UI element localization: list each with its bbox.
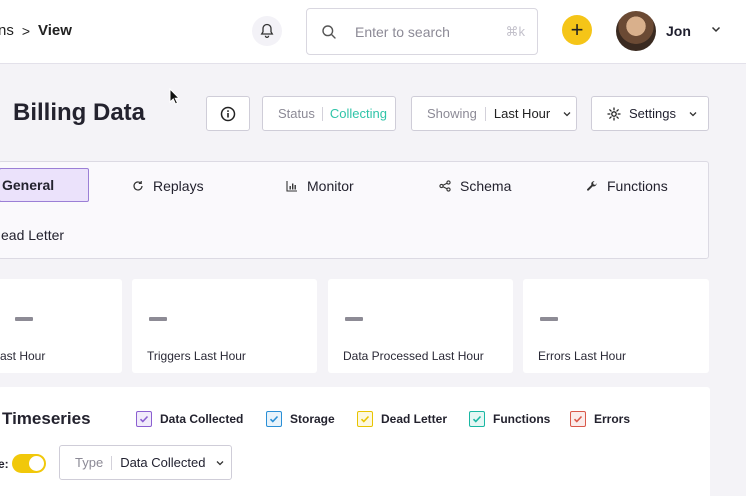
status-label: Status (278, 106, 315, 121)
avatar[interactable] (616, 11, 656, 51)
info-button[interactable] (206, 96, 250, 131)
settings-button[interactable]: Settings (591, 96, 709, 131)
wrench-icon (587, 181, 597, 191)
toggle-knob (29, 456, 44, 471)
timeseries-panel: Timeseries Data Collected Storage Dead L… (0, 387, 710, 496)
checkbox[interactable] (136, 411, 152, 427)
stat-label: Errors Last Hour (538, 349, 627, 363)
tab-dead-letter[interactable]: ead Letter (1, 218, 64, 252)
chevron-down-icon (563, 111, 571, 116)
chevron-down-icon (217, 460, 224, 465)
legend-item-data-collected[interactable]: Data Collected (136, 411, 243, 427)
tab-label: Schema (460, 178, 512, 194)
tab-monitor[interactable]: Monitor (286, 169, 354, 203)
search-placeholder: Enter to search (355, 23, 450, 40)
bar-chart-icon (286, 181, 297, 192)
stat-value (149, 317, 167, 321)
type-select[interactable]: Type Data Collected (59, 445, 232, 480)
live-toggle[interactable] (12, 454, 46, 473)
checkbox[interactable] (357, 411, 373, 427)
chevron-down-icon[interactable] (710, 22, 722, 40)
tab-general[interactable]: General (0, 168, 89, 202)
breadcrumb-separator: > (21, 22, 31, 39)
tab-label: General (2, 177, 55, 193)
gear-icon (607, 106, 621, 121)
legend-label: Dead Letter (381, 412, 448, 426)
showing-label: Showing (427, 106, 477, 121)
notifications-button[interactable] (252, 16, 282, 46)
search-icon (321, 23, 339, 41)
share-icon (439, 180, 451, 192)
stat-card: Errors Last Hour (523, 279, 709, 373)
legend-item-dead-letter[interactable]: Dead Letter (357, 411, 447, 427)
stat-card: Triggers Last Hour (132, 279, 317, 373)
divider (111, 455, 113, 470)
stat-label: Data Processed Last Hour (343, 349, 484, 363)
stat-label: ast Hour (0, 349, 46, 363)
mouse-cursor-icon (169, 88, 181, 105)
stat-card: Data Processed Last Hour (328, 279, 513, 373)
stat-card: ast Hour (0, 279, 122, 373)
stat-value (540, 317, 558, 321)
stat-label: Triggers Last Hour (147, 349, 246, 363)
tab-schema[interactable]: Schema (439, 169, 511, 203)
type-label: Type (75, 455, 104, 470)
checkbox[interactable] (469, 411, 485, 427)
chevron-down-icon (689, 111, 697, 116)
legend-label: Data Collected (160, 412, 244, 426)
live-toggle-label: e: (0, 457, 9, 471)
legend-label: Storage (290, 412, 335, 426)
breadcrumb-prev[interactable]: ns (0, 22, 14, 39)
tab-label: Replays (153, 178, 204, 194)
stat-value (345, 317, 363, 321)
legend-label: Errors (594, 412, 631, 426)
status-value: Collecting (329, 106, 387, 121)
tab-replays[interactable]: Replays (132, 169, 204, 203)
checkbox[interactable] (570, 411, 586, 427)
breadcrumb-current: View (38, 22, 72, 39)
legend-item-functions[interactable]: Functions (469, 411, 550, 427)
info-icon (220, 106, 236, 121)
time-range-select[interactable]: Showing Last Hour (411, 96, 577, 131)
refresh-icon (133, 181, 143, 191)
stat-value (15, 317, 33, 321)
breadcrumb: ns > View (0, 22, 72, 39)
legend-label: Functions (493, 412, 551, 426)
tab-bar: General Replays Monitor Schema Functions… (0, 161, 709, 259)
search-shortcut: ⌘k (505, 23, 526, 39)
divider (321, 106, 323, 121)
bell-icon (260, 23, 274, 38)
divider (484, 106, 486, 121)
page-title: Billing Data (13, 99, 146, 126)
settings-label: Settings (629, 106, 676, 121)
timeseries-title: Timeseries (2, 409, 91, 428)
legend-item-storage[interactable]: Storage (266, 411, 335, 427)
user-name[interactable]: Jon (666, 23, 691, 39)
tab-label: Functions (607, 178, 668, 194)
showing-value: Last Hour (493, 106, 551, 121)
tab-label: Monitor (307, 178, 354, 194)
tab-label: ead Letter (1, 227, 65, 243)
add-button[interactable]: + (562, 15, 592, 45)
search-input[interactable]: Enter to search ⌘k (306, 8, 538, 55)
type-value: Data Collected (120, 455, 206, 470)
checkbox[interactable] (266, 411, 282, 427)
tab-functions[interactable]: Functions (586, 169, 668, 203)
legend-item-errors[interactable]: Errors (570, 411, 630, 427)
status-indicator[interactable]: Status Collecting (262, 96, 396, 131)
top-bar: ns > View Enter to search ⌘k + Jon (0, 0, 746, 64)
